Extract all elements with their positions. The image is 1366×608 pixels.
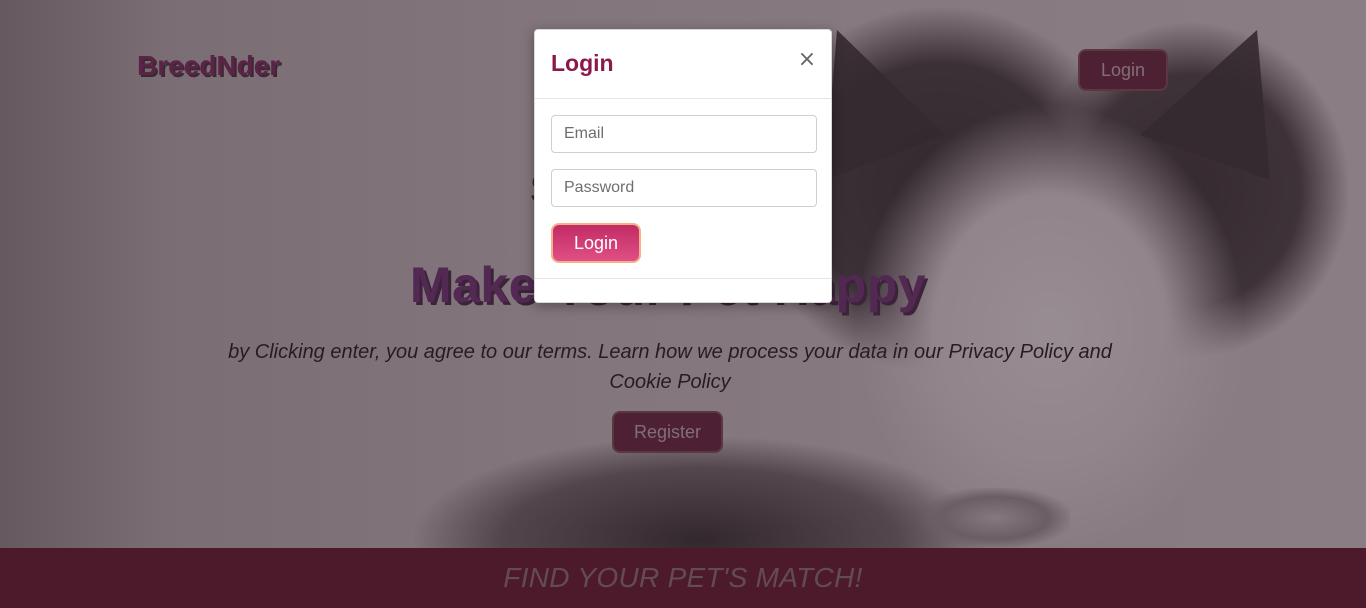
email-field[interactable] xyxy=(551,115,817,153)
modal-footer-divider xyxy=(535,278,831,279)
modal-title: Login xyxy=(551,50,614,76)
modal-header: Login × xyxy=(535,30,831,99)
close-icon[interactable]: × xyxy=(797,48,817,72)
login-modal: Login × Login xyxy=(534,29,832,303)
modal-body: Login xyxy=(535,99,831,263)
login-submit-button[interactable]: Login xyxy=(551,223,641,263)
password-field[interactable] xyxy=(551,169,817,207)
